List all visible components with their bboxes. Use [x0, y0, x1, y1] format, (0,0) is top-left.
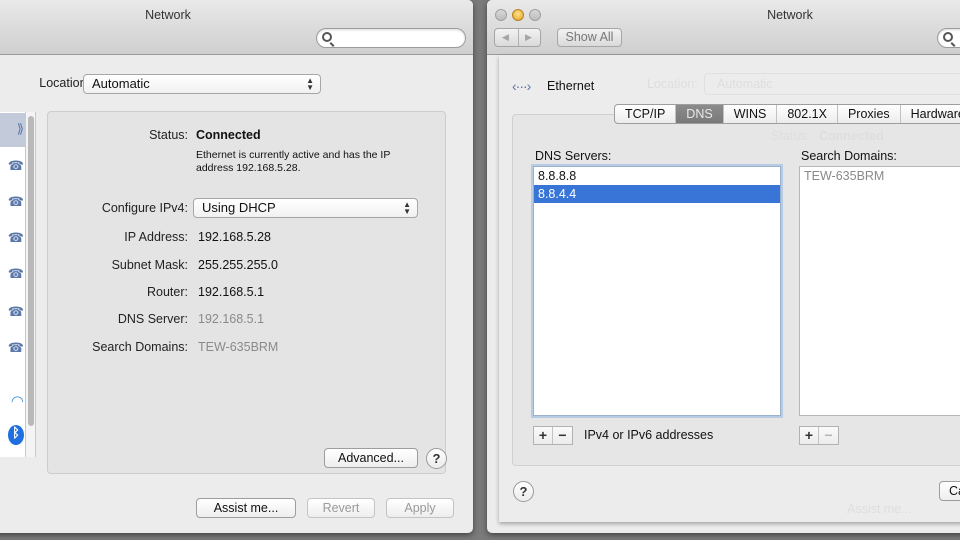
- status-description-line2: address 192.168.5.28.: [196, 162, 301, 174]
- tab-8021x[interactable]: 802.1X: [777, 105, 838, 123]
- back-forward-control: ◀ ▶: [494, 28, 541, 47]
- advanced-sheet: Location: Automatic ‹···› Ethernet Statu…: [499, 55, 960, 522]
- ethernet-icon: ‹···›: [512, 78, 531, 94]
- phone-modem-icon: ☎: [7, 230, 24, 245]
- ip-address-value: 192.168.5.28: [198, 230, 271, 244]
- search-icon: [943, 32, 953, 42]
- router-value: 192.168.5.1: [198, 285, 265, 299]
- remove-search-domain-button[interactable]: −: [819, 427, 838, 444]
- phone-modem-icon: ☎: [7, 266, 24, 281]
- phone-modem-icon: ☎: [7, 194, 24, 209]
- cancel-button[interactable]: Ca: [939, 481, 960, 501]
- help-button[interactable]: ?: [513, 481, 534, 502]
- back-arrow-icon[interactable]: ◀: [502, 32, 509, 43]
- search-domains-list[interactable]: TEW-635BRM: [799, 166, 960, 416]
- status-value: Connected: [196, 128, 261, 142]
- tab-wins[interactable]: WINS: [724, 105, 778, 123]
- subnet-mask-value: 255.255.255.0: [198, 258, 278, 272]
- location-value: Automatic: [92, 76, 150, 91]
- ghost-assist-button: Assist me...: [847, 502, 912, 516]
- phone-modem-icon: ☎: [7, 304, 24, 319]
- search-domains-label: Search Domains:: [801, 149, 897, 163]
- search-field[interactable]: [937, 28, 960, 48]
- search-domains-label: Search Domains:: [92, 340, 188, 354]
- service-list-scrollbar[interactable]: [26, 112, 36, 457]
- network-window-left: Network Location: Automatic ▲ ▼ ⟫ ☎ ☎ ☎ ☎…: [0, 0, 473, 533]
- search-domain-row[interactable]: TEW-635BRM: [800, 167, 960, 185]
- ghost-location-label: Location:: [647, 77, 698, 91]
- dns-servers-label: DNS Servers:: [535, 149, 612, 163]
- dns-add-remove-control: + −: [533, 426, 573, 445]
- bluetooth-icon: ᛒ: [8, 425, 24, 445]
- revert-button[interactable]: Revert: [307, 498, 375, 518]
- configure-ipv4-value: Using DHCP: [202, 200, 276, 215]
- status-description-line1: Ethernet is currently active and has the…: [196, 149, 391, 161]
- window-title: Network: [145, 8, 191, 22]
- dns-server-value: 192.168.5.1: [198, 312, 265, 326]
- service-item-wifi[interactable]: ◠: [0, 384, 26, 418]
- search-field[interactable]: [316, 28, 466, 48]
- configure-ipv4-popup[interactable]: Using DHCP ▲ ▼: [193, 198, 418, 218]
- tab-hardware[interactable]: Hardware: [901, 105, 960, 123]
- service-item-modem[interactable]: ☎: [0, 258, 26, 292]
- tab-dns[interactable]: DNS: [676, 105, 724, 123]
- dns-server-row[interactable]: 8.8.8.8: [534, 167, 780, 185]
- phone-modem-icon: ☎: [7, 340, 24, 355]
- ethernet-icon: ⟫: [16, 121, 24, 136]
- service-item-bluetooth[interactable]: ᛒ: [0, 420, 26, 454]
- dns-servers-list[interactable]: 8.8.8.8 8.8.4.4: [533, 166, 781, 416]
- title-bar: Network ◀ ▶ Show All: [487, 0, 960, 55]
- search-domains-add-remove-control: + −: [799, 426, 839, 445]
- service-item-modem[interactable]: ☎: [0, 296, 26, 330]
- service-name: Ethernet: [547, 79, 595, 93]
- help-button[interactable]: ?: [426, 448, 447, 469]
- ip-address-label: IP Address:: [124, 230, 188, 244]
- add-dns-server-button[interactable]: +: [534, 427, 553, 444]
- service-item-modem[interactable]: ☎: [0, 150, 26, 184]
- service-item-modem[interactable]: ☎: [0, 332, 26, 366]
- configure-ipv4-label: Configure IPv4:: [101, 201, 188, 215]
- assist-me-button[interactable]: Assist me...: [196, 498, 296, 518]
- router-label: Router:: [147, 285, 188, 299]
- phone-modem-icon: ☎: [7, 158, 24, 173]
- add-search-domain-button[interactable]: +: [800, 427, 819, 444]
- search-domains-value: TEW-635BRM: [198, 340, 279, 354]
- subnet-mask-label: Subnet Mask:: [111, 258, 188, 272]
- forward-arrow-icon[interactable]: ▶: [525, 32, 532, 43]
- status-label: Status:: [149, 128, 188, 142]
- scroll-thumb[interactable]: [28, 116, 34, 426]
- wifi-icon: ◠: [10, 393, 24, 410]
- location-label: Location:: [39, 76, 90, 90]
- apply-button[interactable]: Apply: [386, 498, 454, 518]
- network-window-right: Network ◀ ▶ Show All Location: Automatic…: [487, 0, 960, 533]
- updown-arrows-icon: ▲ ▼: [306, 76, 314, 92]
- tab-proxies[interactable]: Proxies: [838, 105, 901, 123]
- dns-hint-text: IPv4 or IPv6 addresses: [584, 428, 714, 442]
- advanced-button[interactable]: Advanced...: [324, 448, 418, 468]
- ghost-status-value: Connected: [819, 129, 884, 143]
- service-item-ethernet[interactable]: ⟫: [0, 113, 26, 147]
- ghost-status-label: Status:: [771, 129, 810, 143]
- title-bar: Network: [0, 0, 473, 55]
- location-popup[interactable]: Automatic ▲ ▼: [83, 74, 321, 94]
- search-icon: [322, 32, 332, 42]
- updown-arrows-icon: ▲ ▼: [403, 200, 411, 216]
- show-all-button[interactable]: Show All: [557, 28, 622, 47]
- remove-dns-server-button[interactable]: −: [553, 427, 572, 444]
- service-item-modem[interactable]: ☎: [0, 186, 26, 220]
- tab-tcpip[interactable]: TCP/IP: [615, 105, 677, 123]
- window-title: Network: [767, 8, 813, 22]
- service-item-modem[interactable]: ☎: [0, 222, 26, 256]
- dns-server-row-selected[interactable]: 8.8.4.4: [534, 185, 780, 203]
- dns-server-label: DNS Server:: [117, 312, 188, 326]
- ghost-location-value: Automatic: [717, 77, 773, 91]
- tab-bar: TCP/IP DNS WINS 802.1X Proxies Hardware: [614, 104, 960, 124]
